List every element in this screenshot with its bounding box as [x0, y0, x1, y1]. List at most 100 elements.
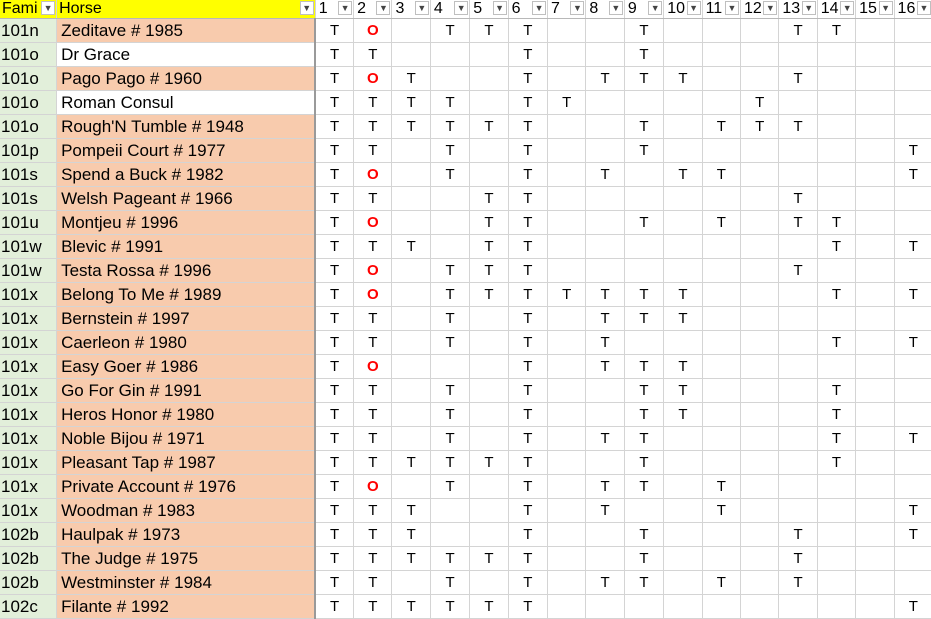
chevron-down-icon[interactable]: ▼: [492, 1, 507, 15]
value-cell[interactable]: T: [315, 450, 355, 475]
value-cell[interactable]: [547, 474, 587, 499]
value-cell[interactable]: [547, 498, 587, 523]
value-cell[interactable]: [469, 570, 509, 595]
value-cell[interactable]: [702, 258, 741, 283]
value-cell[interactable]: T: [430, 330, 471, 355]
value-cell[interactable]: [778, 594, 818, 619]
value-cell[interactable]: T: [315, 354, 355, 379]
value-cell[interactable]: [663, 594, 703, 619]
chevron-down-icon[interactable]: ▼: [376, 1, 391, 15]
value-cell[interactable]: T: [585, 306, 625, 331]
horse-cell[interactable]: Montjeu # 1996: [56, 210, 317, 235]
horse-cell[interactable]: Welsh Pageant # 1966: [56, 186, 317, 211]
value-cell[interactable]: O: [353, 162, 393, 187]
value-cell[interactable]: [855, 474, 895, 499]
family-cell[interactable]: 101x: [0, 354, 58, 379]
family-cell[interactable]: 101n: [0, 18, 58, 43]
value-cell[interactable]: [894, 354, 931, 379]
value-cell[interactable]: T: [353, 378, 393, 403]
value-cell[interactable]: [778, 354, 818, 379]
value-cell[interactable]: [547, 570, 587, 595]
value-cell[interactable]: T: [430, 594, 471, 619]
value-cell[interactable]: T: [391, 522, 431, 547]
value-cell[interactable]: [855, 138, 895, 163]
value-cell[interactable]: T: [469, 594, 509, 619]
value-cell[interactable]: T: [817, 18, 857, 43]
value-cell[interactable]: T: [315, 402, 355, 427]
value-cell[interactable]: T: [469, 282, 509, 307]
horse-cell[interactable]: Testa Rossa # 1996: [56, 258, 317, 283]
value-cell[interactable]: [702, 18, 741, 43]
value-cell[interactable]: T: [353, 330, 393, 355]
value-cell[interactable]: T: [353, 186, 393, 211]
value-cell[interactable]: [391, 210, 431, 235]
value-cell[interactable]: [855, 498, 895, 523]
value-cell[interactable]: T: [353, 570, 393, 595]
value-cell[interactable]: [585, 522, 625, 547]
value-cell[interactable]: [585, 402, 625, 427]
value-cell[interactable]: [778, 42, 818, 67]
value-cell[interactable]: T: [315, 330, 355, 355]
value-cell[interactable]: T: [663, 66, 703, 91]
value-cell[interactable]: [663, 258, 703, 283]
value-cell[interactable]: T: [353, 522, 393, 547]
value-cell[interactable]: [663, 570, 703, 595]
family-cell[interactable]: 101x: [0, 378, 58, 403]
value-cell[interactable]: [391, 330, 431, 355]
value-cell[interactable]: T: [469, 234, 509, 259]
value-cell[interactable]: T: [702, 210, 741, 235]
value-cell[interactable]: [430, 354, 471, 379]
value-cell[interactable]: T: [508, 402, 549, 427]
chevron-down-icon[interactable]: ▼: [338, 1, 353, 15]
value-cell[interactable]: T: [624, 210, 665, 235]
chevron-down-icon[interactable]: ▼: [763, 1, 778, 15]
value-cell[interactable]: [469, 498, 509, 523]
value-cell[interactable]: T: [430, 378, 471, 403]
value-cell[interactable]: T: [315, 90, 355, 115]
value-cell[interactable]: [624, 186, 665, 211]
value-cell[interactable]: [894, 402, 931, 427]
value-cell[interactable]: [894, 186, 931, 211]
value-cell[interactable]: T: [817, 234, 857, 259]
value-cell[interactable]: T: [624, 66, 665, 91]
value-cell[interactable]: [663, 450, 703, 475]
value-cell[interactable]: [547, 450, 587, 475]
value-cell[interactable]: [855, 42, 895, 67]
value-cell[interactable]: T: [663, 162, 703, 187]
value-cell[interactable]: T: [624, 138, 665, 163]
value-cell[interactable]: [702, 522, 741, 547]
family-cell[interactable]: 101x: [0, 282, 58, 307]
value-cell[interactable]: [547, 306, 587, 331]
value-cell[interactable]: [585, 18, 625, 43]
value-cell[interactable]: T: [624, 402, 665, 427]
chevron-down-icon[interactable]: ▼: [801, 1, 816, 15]
value-cell[interactable]: [740, 498, 780, 523]
value-cell[interactable]: [391, 354, 431, 379]
value-cell[interactable]: T: [353, 138, 393, 163]
value-cell[interactable]: T: [353, 546, 393, 571]
value-cell[interactable]: [547, 18, 587, 43]
value-cell[interactable]: [817, 354, 857, 379]
value-cell[interactable]: T: [469, 546, 509, 571]
value-cell[interactable]: T: [508, 162, 549, 187]
value-cell[interactable]: [663, 330, 703, 355]
value-cell[interactable]: [469, 474, 509, 499]
value-cell[interactable]: [624, 90, 665, 115]
value-cell[interactable]: [585, 42, 625, 67]
value-cell[interactable]: T: [585, 426, 625, 451]
value-cell[interactable]: [740, 402, 780, 427]
value-cell[interactable]: [547, 162, 587, 187]
value-cell[interactable]: [430, 186, 471, 211]
value-cell[interactable]: [740, 42, 780, 67]
value-cell[interactable]: T: [702, 114, 741, 139]
horse-cell[interactable]: Bernstein # 1997: [56, 306, 317, 331]
value-cell[interactable]: [624, 594, 665, 619]
value-cell[interactable]: T: [391, 234, 431, 259]
value-cell[interactable]: [469, 162, 509, 187]
value-cell[interactable]: T: [315, 210, 355, 235]
value-cell[interactable]: [817, 66, 857, 91]
value-cell[interactable]: [585, 258, 625, 283]
value-cell[interactable]: T: [353, 306, 393, 331]
value-cell[interactable]: [778, 426, 818, 451]
value-cell[interactable]: [778, 450, 818, 475]
